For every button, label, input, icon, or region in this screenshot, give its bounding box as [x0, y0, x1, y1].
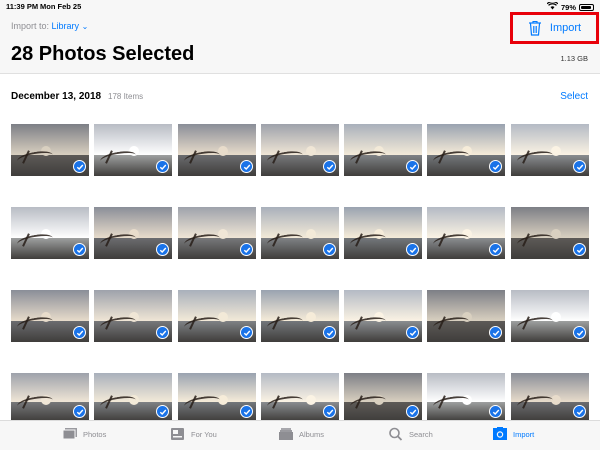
photo-thumbnail[interactable]	[427, 124, 505, 176]
albums-icon	[278, 427, 294, 441]
checkmark-icon	[156, 326, 169, 339]
checkmark-icon	[323, 405, 336, 418]
tab-for-you[interactable]: For You	[170, 427, 217, 441]
checkmark-icon	[156, 160, 169, 173]
section-date: December 13, 2018	[11, 91, 102, 102]
tab-label: Search	[409, 429, 433, 439]
tab-search[interactable]: Search	[388, 427, 433, 441]
checkmark-icon	[489, 243, 502, 256]
photo-thumbnail[interactable]	[344, 373, 422, 420]
import-camera-icon	[492, 427, 508, 441]
battery-icon	[579, 3, 594, 11]
page-title: 28 Photos Selected	[11, 43, 195, 65]
checkmark-icon	[489, 160, 502, 173]
checkmark-icon	[573, 243, 586, 256]
photo-thumbnail[interactable]	[344, 124, 422, 176]
photo-thumbnail[interactable]	[178, 207, 256, 259]
photo-thumbnail[interactable]	[261, 207, 339, 259]
status-date: Mon Feb 25	[40, 2, 82, 11]
checkmark-icon	[323, 243, 336, 256]
photo-thumbnail[interactable]	[261, 373, 339, 420]
checkmark-icon	[323, 160, 336, 173]
tab-label: Photos	[83, 429, 107, 439]
photo-thumbnail[interactable]	[94, 207, 172, 259]
photo-thumbnail[interactable]	[427, 207, 505, 259]
checkmark-icon	[323, 326, 336, 339]
checkmark-icon	[73, 405, 86, 418]
trash-icon[interactable]	[528, 20, 542, 36]
import-to-label: Import to:	[11, 21, 50, 31]
checkmark-icon	[573, 326, 586, 339]
photo-thumbnail[interactable]	[94, 290, 172, 342]
photo-thumbnail[interactable]	[261, 124, 339, 176]
wifi-icon	[546, 1, 559, 12]
photo-thumbnail[interactable]	[344, 207, 422, 259]
tab-label: For You	[191, 429, 217, 439]
checkmark-icon	[406, 326, 419, 339]
for-you-icon	[170, 427, 186, 441]
import-destination[interactable]: Library	[52, 21, 80, 31]
import-destination-picker[interactable]: Import to: Library ⌄	[11, 21, 88, 31]
checkmark-icon	[489, 326, 502, 339]
checkmark-icon	[406, 160, 419, 173]
battery-percent: 79%	[560, 2, 576, 12]
checkmark-icon	[156, 405, 169, 418]
photo-thumbnail[interactable]	[427, 373, 505, 420]
checkmark-icon	[240, 326, 253, 339]
photo-thumbnail[interactable]	[261, 290, 339, 342]
chevron-down-icon: ⌄	[81, 22, 89, 31]
photo-thumbnail[interactable]	[11, 124, 89, 176]
photo-thumbnail[interactable]	[511, 373, 589, 420]
checkmark-icon	[73, 160, 86, 173]
checkmark-icon	[489, 405, 502, 418]
checkmark-icon	[73, 243, 86, 256]
checkmark-icon	[406, 243, 419, 256]
status-right: 79%	[546, 1, 594, 12]
photo-thumbnail[interactable]	[178, 373, 256, 420]
photo-thumbnail[interactable]	[427, 290, 505, 342]
photo-thumbnail[interactable]	[178, 124, 256, 176]
checkmark-icon	[240, 405, 253, 418]
checkmark-icon	[156, 243, 169, 256]
photo-thumbnail[interactable]	[511, 207, 589, 259]
import-button[interactable]: Import	[550, 22, 581, 34]
tab-import[interactable]: Import	[492, 427, 534, 441]
import-header: Import to: Library ⌄ 28 Photos Selected …	[0, 12, 600, 74]
photo-thumbnail[interactable]	[94, 124, 172, 176]
photo-thumbnail[interactable]	[178, 290, 256, 342]
photo-thumbnail[interactable]	[11, 290, 89, 342]
tab-label: Albums	[299, 429, 325, 439]
status-bar: 11:39 PM Mon Feb 25 79%	[0, 0, 600, 12]
photos-icon	[62, 427, 78, 441]
checkmark-icon	[73, 326, 86, 339]
checkmark-icon	[240, 243, 253, 256]
import-actions: Import	[510, 12, 599, 44]
tab-photos[interactable]: Photos	[62, 427, 106, 441]
photo-thumbnail[interactable]	[11, 207, 89, 259]
search-icon	[388, 427, 404, 441]
photo-thumbnail[interactable]	[11, 373, 89, 420]
section-item-count: 178 Items	[108, 92, 144, 101]
tab-bar: Photos For You Albums Search Import	[0, 420, 600, 450]
tab-albums[interactable]: Albums	[278, 427, 324, 441]
photo-thumbnail[interactable]	[511, 124, 589, 176]
checkmark-icon	[573, 160, 586, 173]
section-header: December 13, 2018 178 Items Select	[0, 88, 600, 108]
status-time: 11:39 PM	[6, 2, 39, 11]
select-button[interactable]: Select	[560, 91, 588, 102]
photo-grid	[11, 124, 591, 420]
selection-size: 1.13 GB	[560, 54, 588, 63]
photo-thumbnail[interactable]	[511, 290, 589, 342]
checkmark-icon	[240, 160, 253, 173]
checkmark-icon	[406, 405, 419, 418]
photo-thumbnail[interactable]	[94, 373, 172, 420]
tab-label: Import	[513, 429, 535, 439]
photo-thumbnail[interactable]	[344, 290, 422, 342]
checkmark-icon	[573, 405, 586, 418]
